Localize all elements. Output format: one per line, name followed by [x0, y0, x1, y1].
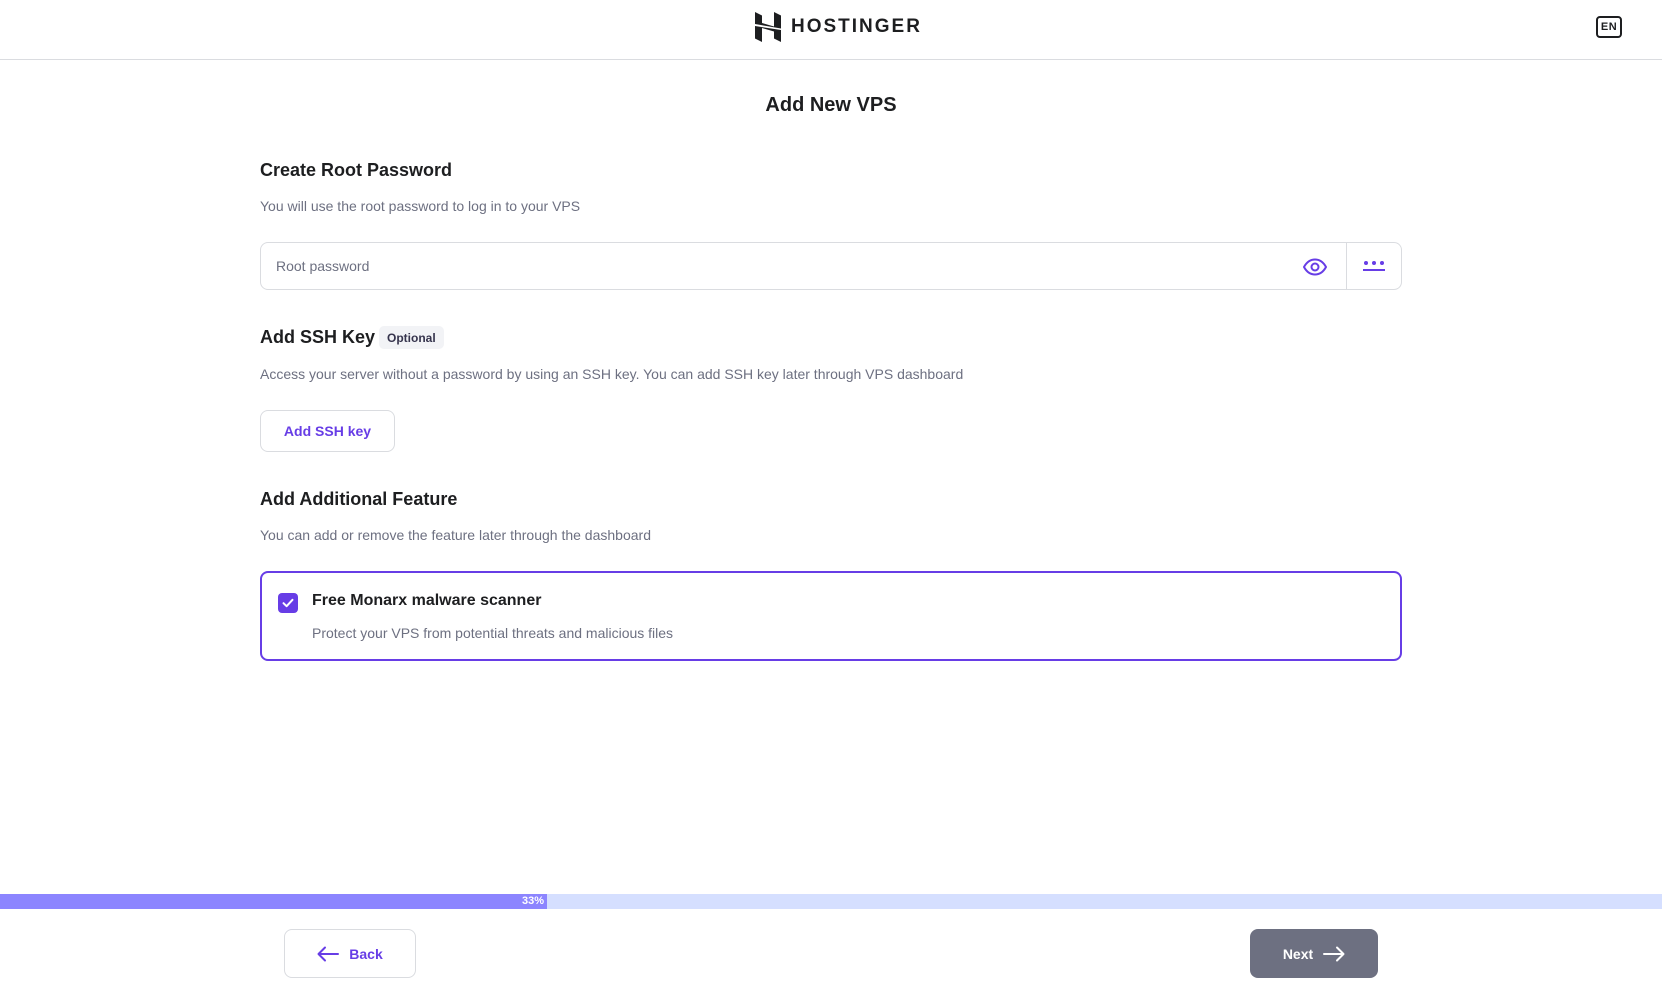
root-password-description: You will use the root password to log in…: [260, 198, 581, 214]
malware-scanner-checkbox[interactable]: [278, 593, 298, 613]
hostinger-logo-icon: [755, 12, 781, 42]
root-password-field: [260, 242, 1402, 290]
ssh-key-title: Add SSH Key: [260, 327, 376, 347]
malware-scanner-option[interactable]: Free Monarx malware scanner Protect your…: [260, 571, 1402, 661]
password-dots-icon: [1363, 261, 1385, 271]
progress-label: 33%: [521, 895, 544, 907]
additional-feature-description: You can add or remove the feature later …: [260, 527, 651, 543]
back-button[interactable]: Back: [284, 929, 416, 978]
eye-icon[interactable]: [1302, 255, 1328, 279]
next-button-label: Next: [1282, 945, 1314, 962]
additional-feature-title: Add Additional Feature: [260, 489, 458, 509]
optional-badge: Optional: [379, 326, 444, 349]
language-selector[interactable]: EN: [1596, 16, 1622, 38]
top-bar: HOSTINGER EN: [0, 0, 1662, 60]
feature-title: Free Monarx malware scanner: [312, 592, 542, 609]
hostinger-logo[interactable]: HOSTINGER: [755, 11, 922, 43]
arrow-left-icon: [317, 946, 340, 961]
back-button-label: Back: [349, 945, 383, 962]
ssh-key-description: Access your server without a password by…: [260, 366, 964, 382]
generate-password-button[interactable]: [1347, 243, 1401, 289]
root-password-title: Create Root Password: [260, 160, 453, 180]
progress-bar: 33%: [0, 894, 1662, 909]
root-password-input[interactable]: [261, 243, 1341, 289]
arrow-right-icon: [1323, 946, 1345, 961]
brand-name: HOSTINGER: [791, 16, 922, 37]
feature-description: Protect your VPS from potential threats …: [312, 625, 674, 641]
add-ssh-key-button[interactable]: Add SSH key: [260, 410, 395, 452]
next-button[interactable]: Next: [1250, 929, 1378, 978]
checkmark-icon: [282, 598, 294, 608]
page-title: Add New VPS: [765, 94, 897, 116]
